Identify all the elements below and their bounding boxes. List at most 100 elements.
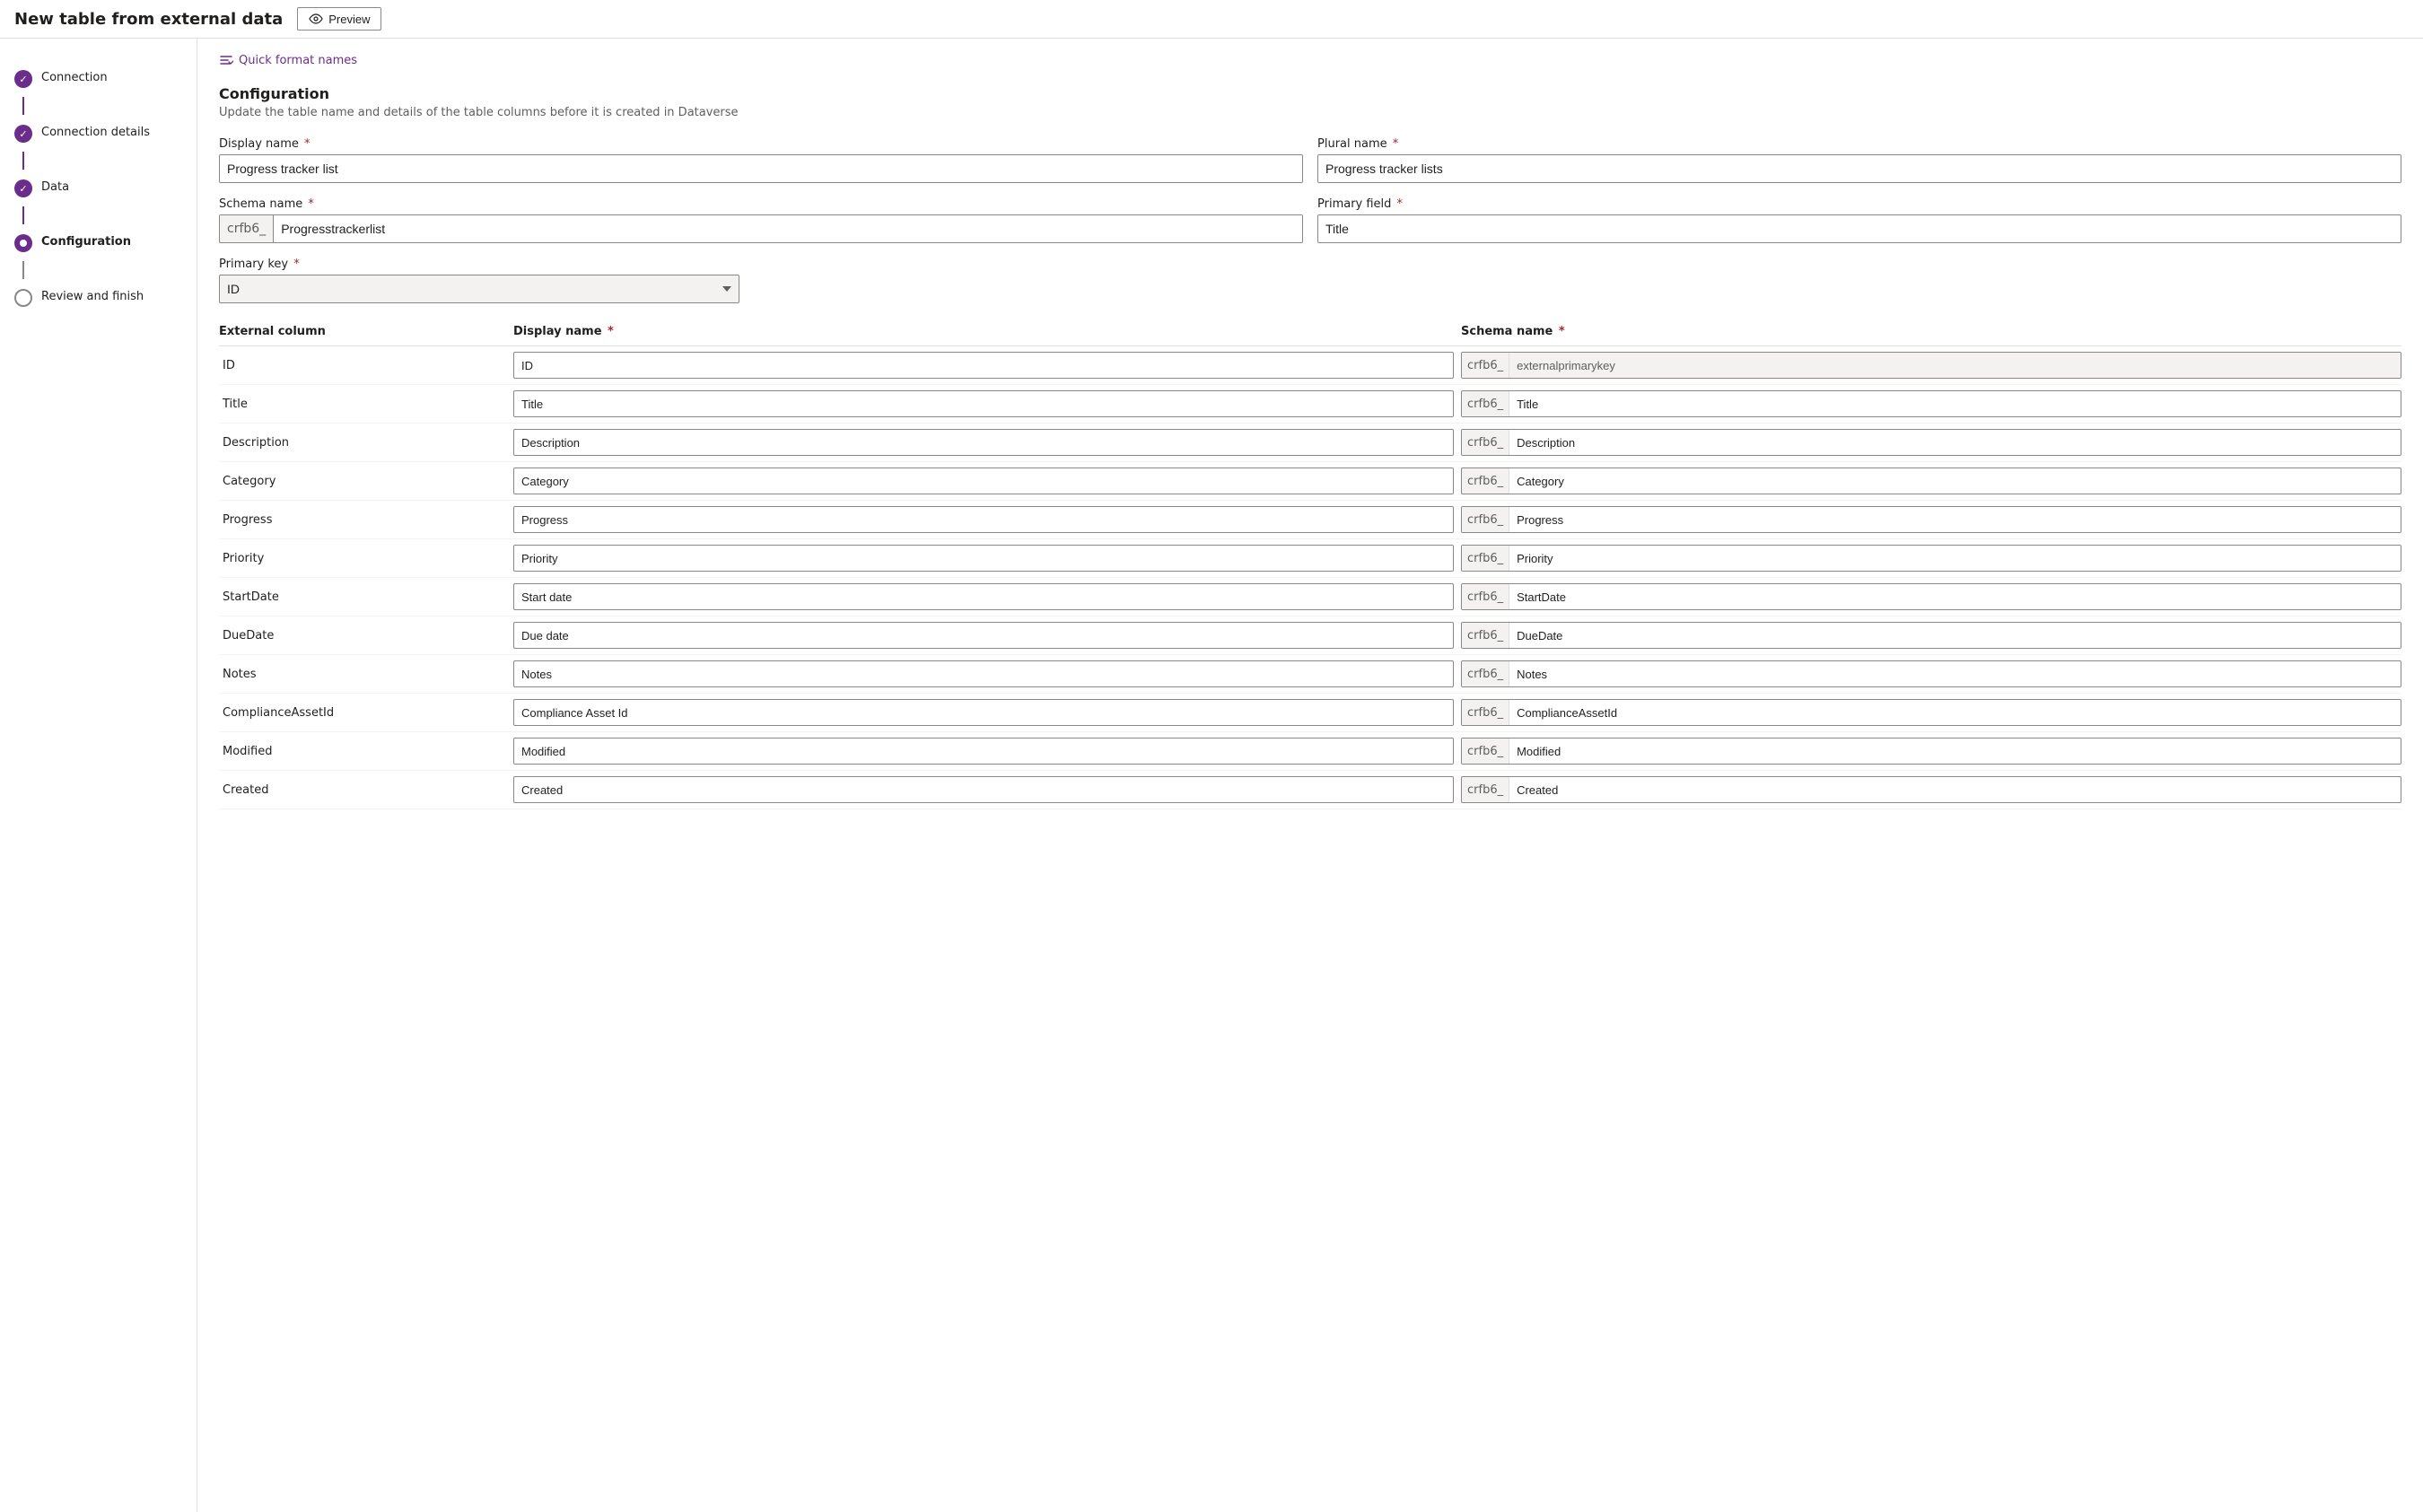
step-indicator-review — [14, 289, 32, 307]
display-name-input[interactable] — [219, 154, 1303, 183]
table-row: DueDatecrfb6_ — [219, 616, 2401, 655]
table-row: Priority crfb6_ — [219, 539, 2401, 578]
connector-3 — [22, 206, 24, 224]
col-schema-prefix: crfb6_ — [1462, 353, 1509, 378]
col-display-input[interactable] — [513, 506, 1454, 533]
connector-4 — [22, 261, 24, 279]
section-title: Configuration — [219, 85, 2401, 102]
step-indicator-data — [14, 179, 32, 197]
col-display-input[interactable] — [513, 622, 1454, 649]
col-schema-cell: crfb6_ — [1461, 776, 2401, 803]
col-schema-input[interactable] — [1509, 391, 2401, 416]
col-schema-cell: crfb6_ — [1461, 352, 2401, 379]
format-icon — [219, 53, 233, 67]
table-row: Created crfb6_ — [219, 771, 2401, 809]
col-schema-input[interactable] — [1509, 739, 2401, 764]
required-star-3: * — [304, 197, 314, 211]
col-display-input[interactable] — [513, 699, 1454, 726]
col-display-cell — [513, 506, 1454, 533]
col-display-input[interactable] — [513, 429, 1454, 456]
col-display-input[interactable] — [513, 352, 1454, 379]
col-schema-input[interactable] — [1509, 468, 2401, 494]
columns-header-row: External column Display name * Schema na… — [219, 325, 2401, 346]
connector-1 — [22, 97, 24, 115]
schema-name-label: Schema name * — [219, 197, 1303, 211]
col-external-value: StartDate — [219, 590, 506, 604]
col-schema-cell: crfb6_ — [1461, 738, 2401, 765]
preview-button[interactable]: Preview — [297, 7, 381, 31]
col-schema-input[interactable] — [1509, 700, 2401, 725]
col-external-value: Priority — [219, 552, 506, 565]
plural-name-label: Plural name * — [1317, 137, 2401, 151]
col-display-input[interactable] — [513, 468, 1454, 494]
form-row-primary-key: Primary key * ID — [219, 258, 2401, 303]
col-external-value: ComplianceAssetId — [219, 706, 506, 720]
content-area: Quick format names Configuration Update … — [197, 39, 2423, 1512]
preview-icon — [309, 12, 323, 26]
primary-key-select[interactable]: ID — [219, 275, 739, 303]
col-schema-input[interactable] — [1509, 623, 2401, 648]
sidebar-item-configuration[interactable]: Configuration — [0, 224, 197, 261]
form-row-names: Display name * Plural name * — [219, 137, 2401, 183]
col-display-cell — [513, 390, 1454, 417]
col-display-cell — [513, 699, 1454, 726]
primary-field-input[interactable] — [1317, 214, 2401, 243]
col-schema-cell: crfb6_ — [1461, 506, 2401, 533]
col-display-input[interactable] — [513, 738, 1454, 765]
col-external-value: Created — [219, 783, 506, 797]
primary-key-label: Primary key * — [219, 258, 739, 271]
plural-name-input[interactable] — [1317, 154, 2401, 183]
sidebar: Connection Connection details Data Confi… — [0, 39, 197, 1512]
col-schema-cell: crfb6_ — [1461, 390, 2401, 417]
schema-name-field: crfb6_ — [219, 214, 1303, 243]
sidebar-item-data[interactable]: Data — [0, 170, 197, 206]
table-row: Categorycrfb6_ — [219, 462, 2401, 501]
col-schema-cell: crfb6_ — [1461, 545, 2401, 572]
form-group-display-name: Display name * — [219, 137, 1303, 183]
configuration-section: Configuration Update the table name and … — [219, 85, 2401, 809]
table-row: ComplianceAssetId crfb6_ — [219, 694, 2401, 732]
col-schema-prefix: crfb6_ — [1462, 430, 1509, 455]
col-schema-cell: crfb6_ — [1461, 429, 2401, 456]
col-schema-input — [1509, 353, 2401, 378]
primary-key-select-wrapper: ID — [219, 275, 739, 303]
col-schema-prefix: crfb6_ — [1462, 584, 1509, 609]
page-title: New table from external data — [14, 10, 283, 29]
col-display-cell — [513, 622, 1454, 649]
col-display-cell — [513, 429, 1454, 456]
table-row: Title crfb6_ — [219, 385, 2401, 424]
col-schema-input[interactable] — [1509, 546, 2401, 571]
col-display-input[interactable] — [513, 390, 1454, 417]
col-display-input[interactable] — [513, 660, 1454, 687]
col-schema-prefix: crfb6_ — [1462, 700, 1509, 725]
sidebar-item-connection-details[interactable]: Connection details — [0, 115, 197, 152]
col-schema-input[interactable] — [1509, 507, 2401, 532]
col-schema-cell: crfb6_ — [1461, 699, 2401, 726]
col-display-input[interactable] — [513, 776, 1454, 803]
quick-format-names[interactable]: Quick format names — [219, 53, 2401, 67]
col-schema-input[interactable] — [1509, 430, 2401, 455]
col-display-input[interactable] — [513, 545, 1454, 572]
col-display-cell — [513, 660, 1454, 687]
col-schema-input[interactable] — [1509, 661, 2401, 686]
table-row: Modifiedcrfb6_ — [219, 732, 2401, 771]
schema-name-input[interactable] — [274, 215, 1302, 242]
columns-table: External column Display name * Schema na… — [219, 325, 2401, 809]
table-row: Notescrfb6_ — [219, 655, 2401, 694]
active-dot-icon — [19, 239, 28, 248]
col-external-value: Progress — [219, 513, 506, 527]
col-schema-cell: crfb6_ — [1461, 583, 2401, 610]
table-row: IDcrfb6_ — [219, 346, 2401, 385]
step-indicator-configuration — [14, 234, 32, 252]
sidebar-item-review[interactable]: Review and finish — [0, 279, 197, 316]
col-schema-input[interactable] — [1509, 584, 2401, 609]
col-schema-cell: crfb6_ — [1461, 622, 2401, 649]
col-display-input[interactable] — [513, 583, 1454, 610]
sidebar-item-connection[interactable]: Connection — [0, 60, 197, 97]
col-external-value: Title — [219, 398, 506, 411]
form-group-primary-field: Primary field * — [1317, 197, 2401, 243]
table-row: Descriptioncrfb6_ — [219, 424, 2401, 462]
col-schema-prefix: crfb6_ — [1462, 739, 1509, 764]
columns-body: IDcrfb6_Titlecrfb6_Descriptioncrfb6_Cate… — [219, 346, 2401, 809]
col-schema-input[interactable] — [1509, 777, 2401, 802]
